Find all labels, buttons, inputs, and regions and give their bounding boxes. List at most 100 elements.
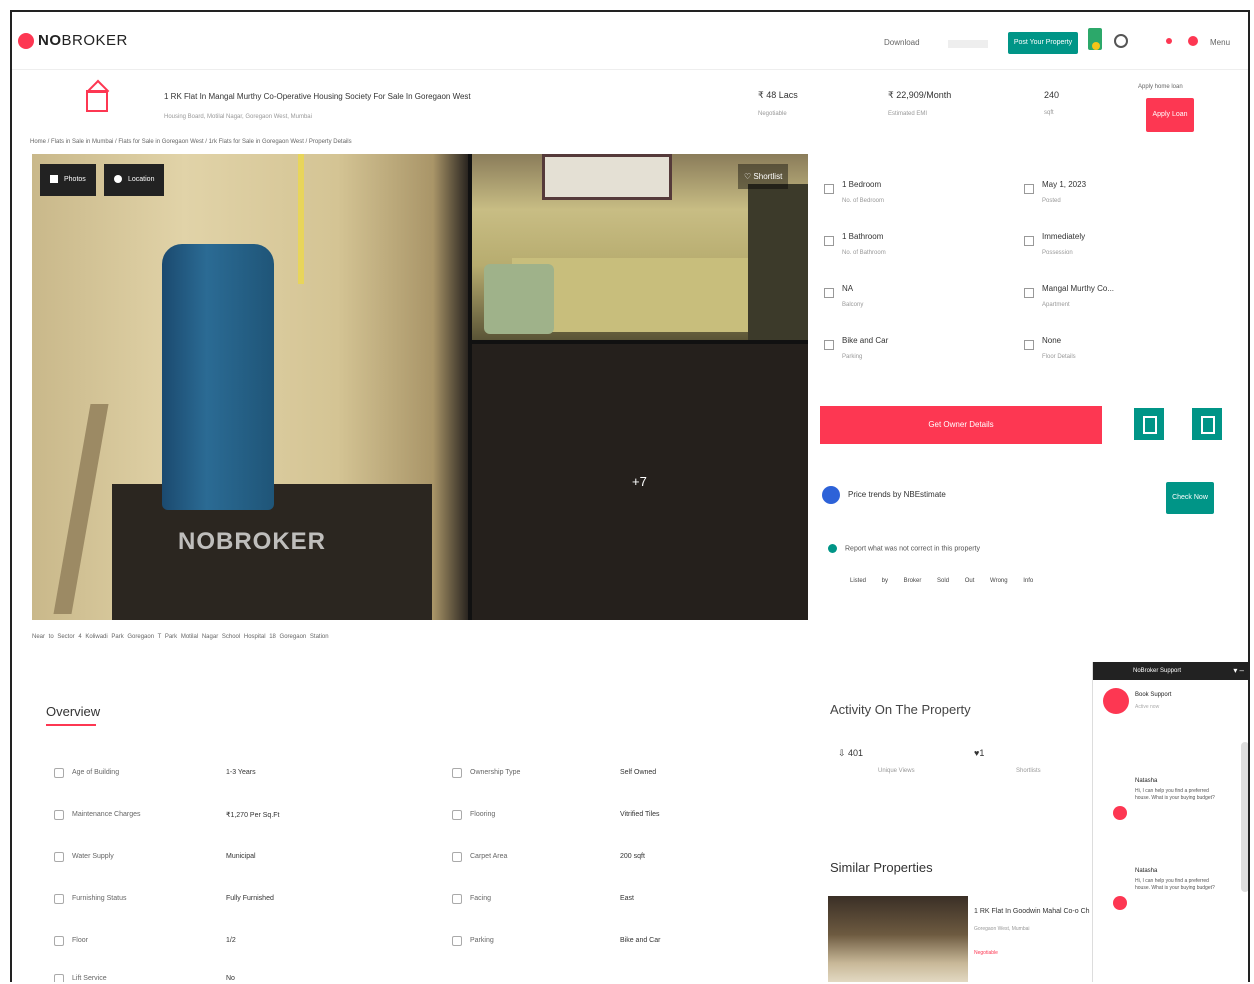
location-button[interactable]: Location (104, 164, 164, 196)
similar-property-title[interactable]: 1 RK Flat In Goodwin Mahal Co-o Ch (974, 908, 1090, 915)
chat-header[interactable]: NoBroker Support ▾ – (1093, 662, 1248, 680)
trend-icon (822, 486, 840, 504)
agent-status: Active now (1135, 704, 1160, 710)
chat-owner-button[interactable] (1192, 408, 1222, 440)
photo-window (542, 154, 672, 200)
building-icon (1024, 288, 1034, 298)
photo-rail (53, 404, 109, 614)
overview-value: Self Owned (620, 769, 657, 776)
price-block: ₹ 48 Lacs Negotiable (758, 90, 798, 117)
check-now-button[interactable]: Check Now (1166, 482, 1214, 514)
download-link[interactable]: Download (884, 38, 920, 47)
detail-balcony: NA Balcony (820, 280, 1010, 326)
similar-property-image[interactable] (828, 896, 968, 982)
lift-icon (54, 974, 64, 982)
shortlists-count: ♥1 (974, 748, 984, 758)
user-avatar-icon[interactable] (1114, 34, 1128, 48)
menu-button[interactable]: Menu (1210, 38, 1230, 47)
carpet-area-icon (452, 852, 462, 862)
property-title: 1 RK Flat In Mangal Murthy Co-Operative … (164, 92, 471, 101)
watermark: NOBROKER (178, 528, 327, 555)
detail-label: Possession (1042, 250, 1073, 256)
floor-icon (54, 936, 64, 946)
chat-scrollbar[interactable] (1241, 742, 1248, 892)
shortlists-label: Shortlists (1016, 768, 1041, 774)
message-text: Hi, I can help you find a preferred hous… (1135, 788, 1215, 801)
shortlist-label: Shortlist (753, 172, 783, 181)
message-avatar (1113, 896, 1127, 910)
maintenance-icon (54, 810, 64, 820)
car-icon (824, 340, 834, 350)
detail-posted: May 1, 2023 Posted (1020, 176, 1210, 222)
report-row[interactable]: Report what was not correct in this prop… (828, 544, 980, 553)
cart-icon[interactable] (1188, 36, 1198, 46)
detail-label: Apartment (1042, 302, 1070, 308)
area-sub: sqft (1044, 110, 1054, 116)
photo-gallery[interactable]: NOBROKER +7 Photos Location ♡ Shortlist (32, 154, 808, 620)
overview-underline (46, 724, 96, 726)
photo-thumbnail-more[interactable]: +7 (472, 344, 808, 620)
detail-label: Parking (842, 354, 863, 360)
overview-label: Parking (470, 937, 494, 944)
detail-label: Balcony (842, 302, 864, 308)
overview-value: Municipal (226, 853, 256, 860)
home-icon (86, 90, 108, 112)
detail-label: No. of Bathroom (842, 250, 886, 256)
ownership-icon (452, 768, 462, 778)
photo-chair (484, 264, 554, 334)
camera-icon (50, 175, 58, 184)
breadcrumb[interactable]: Home / Flats in Sale in Mumbai / Flats f… (30, 139, 352, 145)
detail-apartment: Mangal Murthy Co... Apartment (1020, 280, 1210, 326)
emi-value: ₹ 22,909/Month (888, 90, 952, 100)
area-value: 240 (1044, 90, 1060, 100)
main-photo[interactable]: NOBROKER (32, 154, 468, 620)
overview-value: Vitrified Tiles (620, 811, 660, 818)
views-label: Unique Views (878, 768, 915, 774)
overview-label: Age of Building (72, 769, 120, 776)
photos-button[interactable]: Photos (40, 164, 96, 196)
detail-bathroom: 1 Bathroom No. of Bathroom (820, 228, 1010, 274)
nearby-tags[interactable]: Near to Sector 4 Koliwadi Park Goregaon … (32, 634, 329, 640)
overview-label: Ownership Type (470, 769, 521, 776)
bell-icon[interactable] (1092, 42, 1100, 50)
support-chat-widget[interactable]: NoBroker Support ▾ – Book Support Active … (1092, 662, 1248, 982)
overview-label: Maintenance Charges (72, 811, 141, 818)
overview-label: Facing (470, 895, 492, 902)
overview-value: Bike and Car (620, 937, 661, 944)
area-block: 240 sqft (1044, 90, 1059, 116)
detail-value: 1 Bathroom (842, 232, 884, 241)
photo-rack (748, 184, 808, 340)
app-frame: NOBROKER Download Post Your Property Men… (10, 10, 1250, 982)
agent-name: Book Support (1135, 692, 1172, 698)
minimize-icon[interactable]: ▾ – (1233, 662, 1244, 680)
shortlist-button[interactable]: ♡ Shortlist (738, 164, 789, 189)
message-sender: Natasha (1135, 778, 1158, 784)
overview-value: No (226, 975, 235, 982)
get-owner-details-button[interactable]: Get Owner Details (820, 406, 1102, 444)
detail-floor: None Floor Details (1020, 332, 1210, 378)
blurred-nav-item[interactable] (948, 40, 988, 48)
price-sub: Negotiable (758, 111, 787, 117)
building-age-icon (54, 768, 64, 778)
water-supply-icon (54, 852, 64, 862)
logo[interactable]: NOBROKER (18, 32, 128, 49)
detail-label: Floor Details (1042, 354, 1076, 360)
property-address: Housing Board, Motilal Nagar, Goregaon W… (164, 114, 312, 120)
detail-value: Mangal Murthy Co... (1042, 284, 1115, 293)
price-trend-row[interactable]: Price trends by NBEstimate (822, 486, 946, 504)
apply-loan-button[interactable]: Apply Loan (1146, 98, 1194, 132)
photos-label: Photos (64, 176, 86, 183)
post-property-button[interactable]: Post Your Property (1008, 32, 1078, 54)
photo-water-tank (162, 244, 274, 510)
furnishing-icon (54, 894, 64, 904)
detail-value: May 1, 2023 (1042, 180, 1087, 189)
overview-value: 1-3 Years (226, 769, 256, 776)
schedule-visit-button[interactable] (1134, 408, 1164, 440)
report-icon (828, 544, 837, 553)
detail-label: Posted (1042, 198, 1061, 204)
location-pin-icon (114, 175, 122, 184)
detail-bedroom: 1 Bedroom No. of Bedroom (820, 176, 1010, 222)
overview-label: Flooring (470, 811, 496, 818)
logo-mark-icon (18, 32, 34, 49)
report-options[interactable]: Listed by Broker Sold Out Wrong Info (850, 578, 1033, 584)
